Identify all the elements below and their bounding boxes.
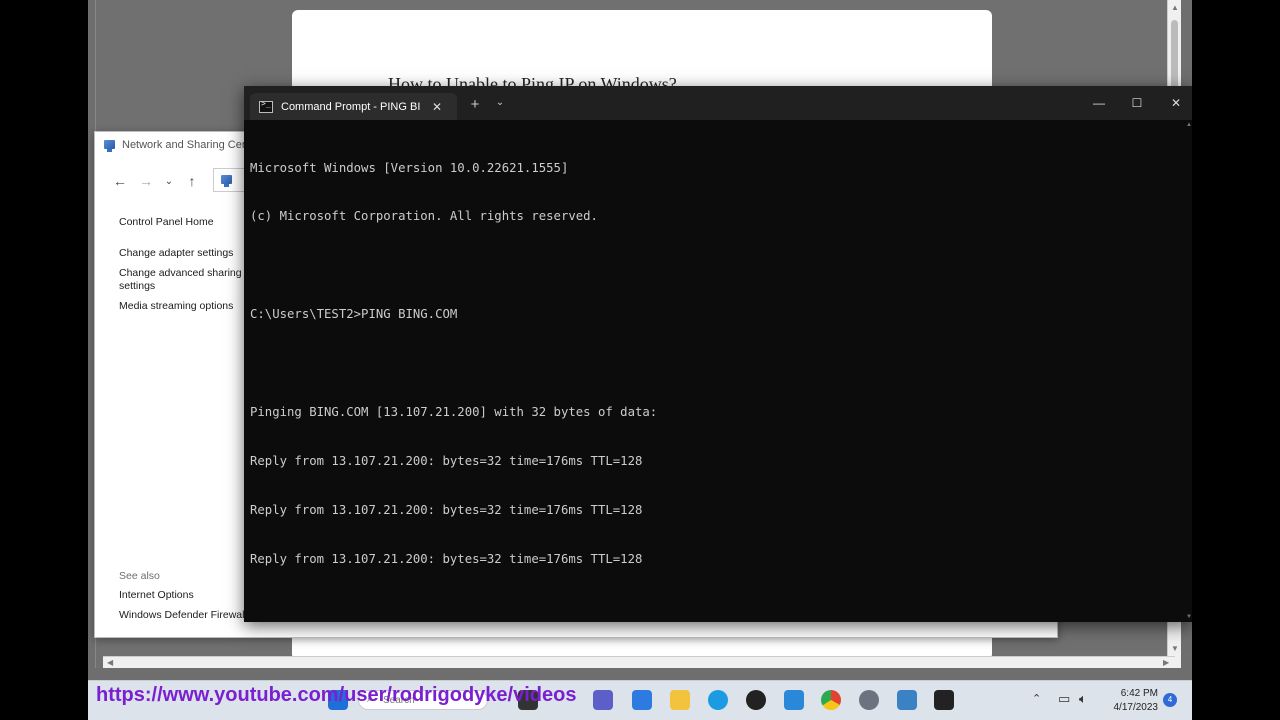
network-icon (220, 174, 233, 187)
arrow-left-icon[interactable]: ← (107, 169, 133, 193)
chevron-down-icon[interactable]: ⌄ (492, 97, 508, 108)
sidebar-link-control-panel-home[interactable]: Control Panel Home (119, 216, 214, 229)
terminal-line: Microsoft Windows [Version 10.0.22621.15… (250, 160, 569, 175)
scroll-down-arrow-icon[interactable]: ▼ (1171, 644, 1179, 653)
tray-chevron-up-icon[interactable]: ⌃ (1032, 692, 1041, 705)
edge-icon[interactable] (708, 690, 728, 710)
see-also-link-internet-options[interactable]: Internet Options (119, 589, 194, 602)
terminal-tab-bar[interactable]: Command Prompt - PING BIN ✕ + ⌄ — ☐ ✕ (244, 86, 1192, 120)
network-tray-icon[interactable]: ▭ (1058, 691, 1070, 707)
control-panel-icon[interactable] (897, 690, 917, 710)
terminal-line: C:\Users\TEST2>PING BING.COM (250, 307, 458, 322)
clock-date: 4/17/2023 (1113, 702, 1159, 713)
arrow-right-icon[interactable]: → (133, 169, 159, 193)
zoomit-icon[interactable] (784, 690, 804, 710)
store-icon[interactable] (632, 690, 652, 710)
sidebar-link-change-adapter-settings[interactable]: Change adapter settings (119, 247, 233, 260)
document-horizontal-scrollbar[interactable]: ◀ ▶ (103, 656, 1175, 668)
see-also-heading: See also (119, 570, 160, 582)
scroll-left-arrow-icon[interactable]: ◀ (107, 658, 113, 667)
volume-icon[interactable]: 🔈︎ (1079, 691, 1087, 707)
sidebar-link-change-advanced-sharing[interactable]: Change advanced sharing (119, 267, 242, 280)
terminal-output[interactable]: Microsoft Windows [Version 10.0.22621.15… (250, 127, 1180, 600)
close-icon[interactable]: ✕ (1161, 92, 1191, 114)
maximize-icon[interactable]: ☐ (1122, 92, 1152, 114)
notification-badge[interactable]: 4 (1163, 693, 1177, 707)
scroll-up-arrow-icon[interactable]: ▲ (1171, 3, 1179, 12)
close-tab-icon[interactable]: ✕ (429, 100, 445, 114)
file-explorer-icon[interactable] (670, 690, 690, 710)
terminal-line: Pinging BING.COM [13.107.21.200] with 32… (250, 405, 658, 420)
scroll-up-arrow-icon[interactable]: ▲ (1186, 122, 1192, 128)
media-player-icon[interactable] (746, 690, 766, 710)
command-prompt-icon (259, 99, 273, 113)
sidebar-link-change-advanced-sharing-cont[interactable]: settings (119, 280, 155, 293)
terminal-line: Reply from 13.107.21.200: bytes=32 time=… (250, 502, 643, 517)
terminal-tab-label: Command Prompt - PING BIN (281, 100, 421, 113)
sidebar-link-media-streaming[interactable]: Media streaming options (119, 300, 233, 313)
clock[interactable]: 6:42 PM 4/17/2023 (1102, 687, 1159, 715)
terminal-tab[interactable]: Command Prompt - PING BIN ✕ (250, 93, 457, 120)
new-tab-plus-icon[interactable]: + (466, 96, 484, 113)
settings-icon[interactable] (859, 690, 879, 710)
navigation-bar: ← → ⌄ ↑ (95, 168, 205, 194)
scroll-down-arrow-icon[interactable]: ▼ (1186, 614, 1192, 620)
network-icon (103, 139, 116, 152)
terminal-icon[interactable] (934, 690, 954, 710)
chat-icon[interactable] (593, 690, 613, 710)
terminal-line: Reply from 13.107.21.200: bytes=32 time=… (250, 453, 643, 468)
scroll-right-arrow-icon[interactable]: ▶ (1163, 658, 1169, 667)
see-also-link-defender-firewall[interactable]: Windows Defender Firewall (119, 609, 247, 622)
minimize-icon[interactable]: — (1084, 92, 1114, 114)
terminal-scrollbar[interactable]: ▲ ▼ (1186, 120, 1192, 622)
terminal-line: Reply from 13.107.21.200: bytes=32 time=… (250, 551, 643, 566)
clock-time: 6:42 PM (1120, 688, 1158, 699)
terminal-line: (c) Microsoft Corporation. All rights re… (250, 209, 598, 224)
arrow-up-icon[interactable]: ↑ (179, 169, 205, 193)
window-title: Network and Sharing Center (122, 139, 261, 151)
chevron-down-icon[interactable]: ⌄ (159, 169, 179, 193)
desktop: How to Unable to Ping IP on Windows? ▲ ▼… (88, 0, 1192, 720)
watermark-url: https://www.youtube.com/user/rodrigodyke… (96, 684, 577, 706)
terminal-window: Command Prompt - PING BIN ✕ + ⌄ — ☐ ✕ Mi… (244, 86, 1192, 622)
chrome-icon[interactable] (821, 690, 841, 710)
